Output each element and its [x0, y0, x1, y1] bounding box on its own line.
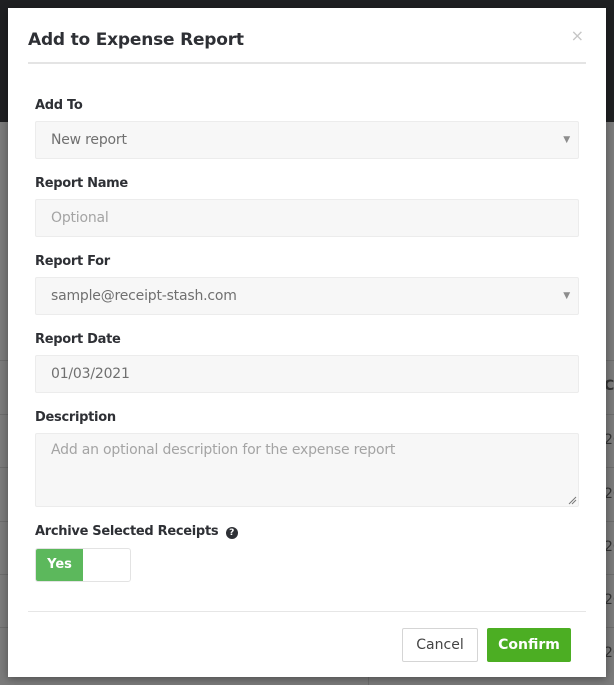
report-for-label: Report For	[35, 254, 110, 269]
report-name-input[interactable]: Optional	[35, 199, 579, 237]
add-to-select[interactable]: New report ▼	[35, 121, 579, 159]
archive-label: Archive Selected Receipts ?	[35, 524, 238, 539]
modal-header: Add to Expense Report ×	[28, 26, 586, 64]
report-name-placeholder: Optional	[51, 210, 109, 226]
close-icon[interactable]: ×	[571, 28, 584, 44]
report-date-value: 01/03/2021	[51, 366, 130, 382]
archive-label-text: Archive Selected Receipts	[35, 524, 219, 539]
caret-down-icon: ▼	[563, 291, 570, 301]
toggle-yes-label: Yes	[36, 549, 83, 581]
report-date-label: Report Date	[35, 332, 121, 347]
report-for-select[interactable]: sample@receipt-stash.com ▼	[35, 277, 579, 315]
add-to-value: New report	[51, 132, 127, 148]
add-to-expense-report-modal: Add to Expense Report × Add To New repor…	[8, 8, 606, 677]
report-name-label: Report Name	[35, 176, 128, 191]
description-textarea[interactable]: Add an optional description for the expe…	[35, 433, 579, 507]
help-icon[interactable]: ?	[225, 527, 238, 539]
background-column-divider	[368, 677, 369, 685]
report-for-value: sample@receipt-stash.com	[51, 288, 237, 304]
description-label: Description	[35, 410, 116, 425]
report-date-input[interactable]: 01/03/2021	[35, 355, 579, 393]
add-to-label: Add To	[35, 98, 83, 113]
caret-down-icon: ▼	[563, 135, 570, 145]
description-placeholder: Add an optional description for the expe…	[51, 442, 396, 458]
footer-divider	[28, 611, 586, 612]
modal-title: Add to Expense Report	[28, 30, 244, 50]
resize-handle-icon[interactable]	[568, 496, 577, 505]
archive-toggle[interactable]: Yes	[35, 548, 131, 582]
confirm-button[interactable]: Confirm	[487, 628, 571, 662]
cancel-button[interactable]: Cancel	[402, 628, 478, 662]
